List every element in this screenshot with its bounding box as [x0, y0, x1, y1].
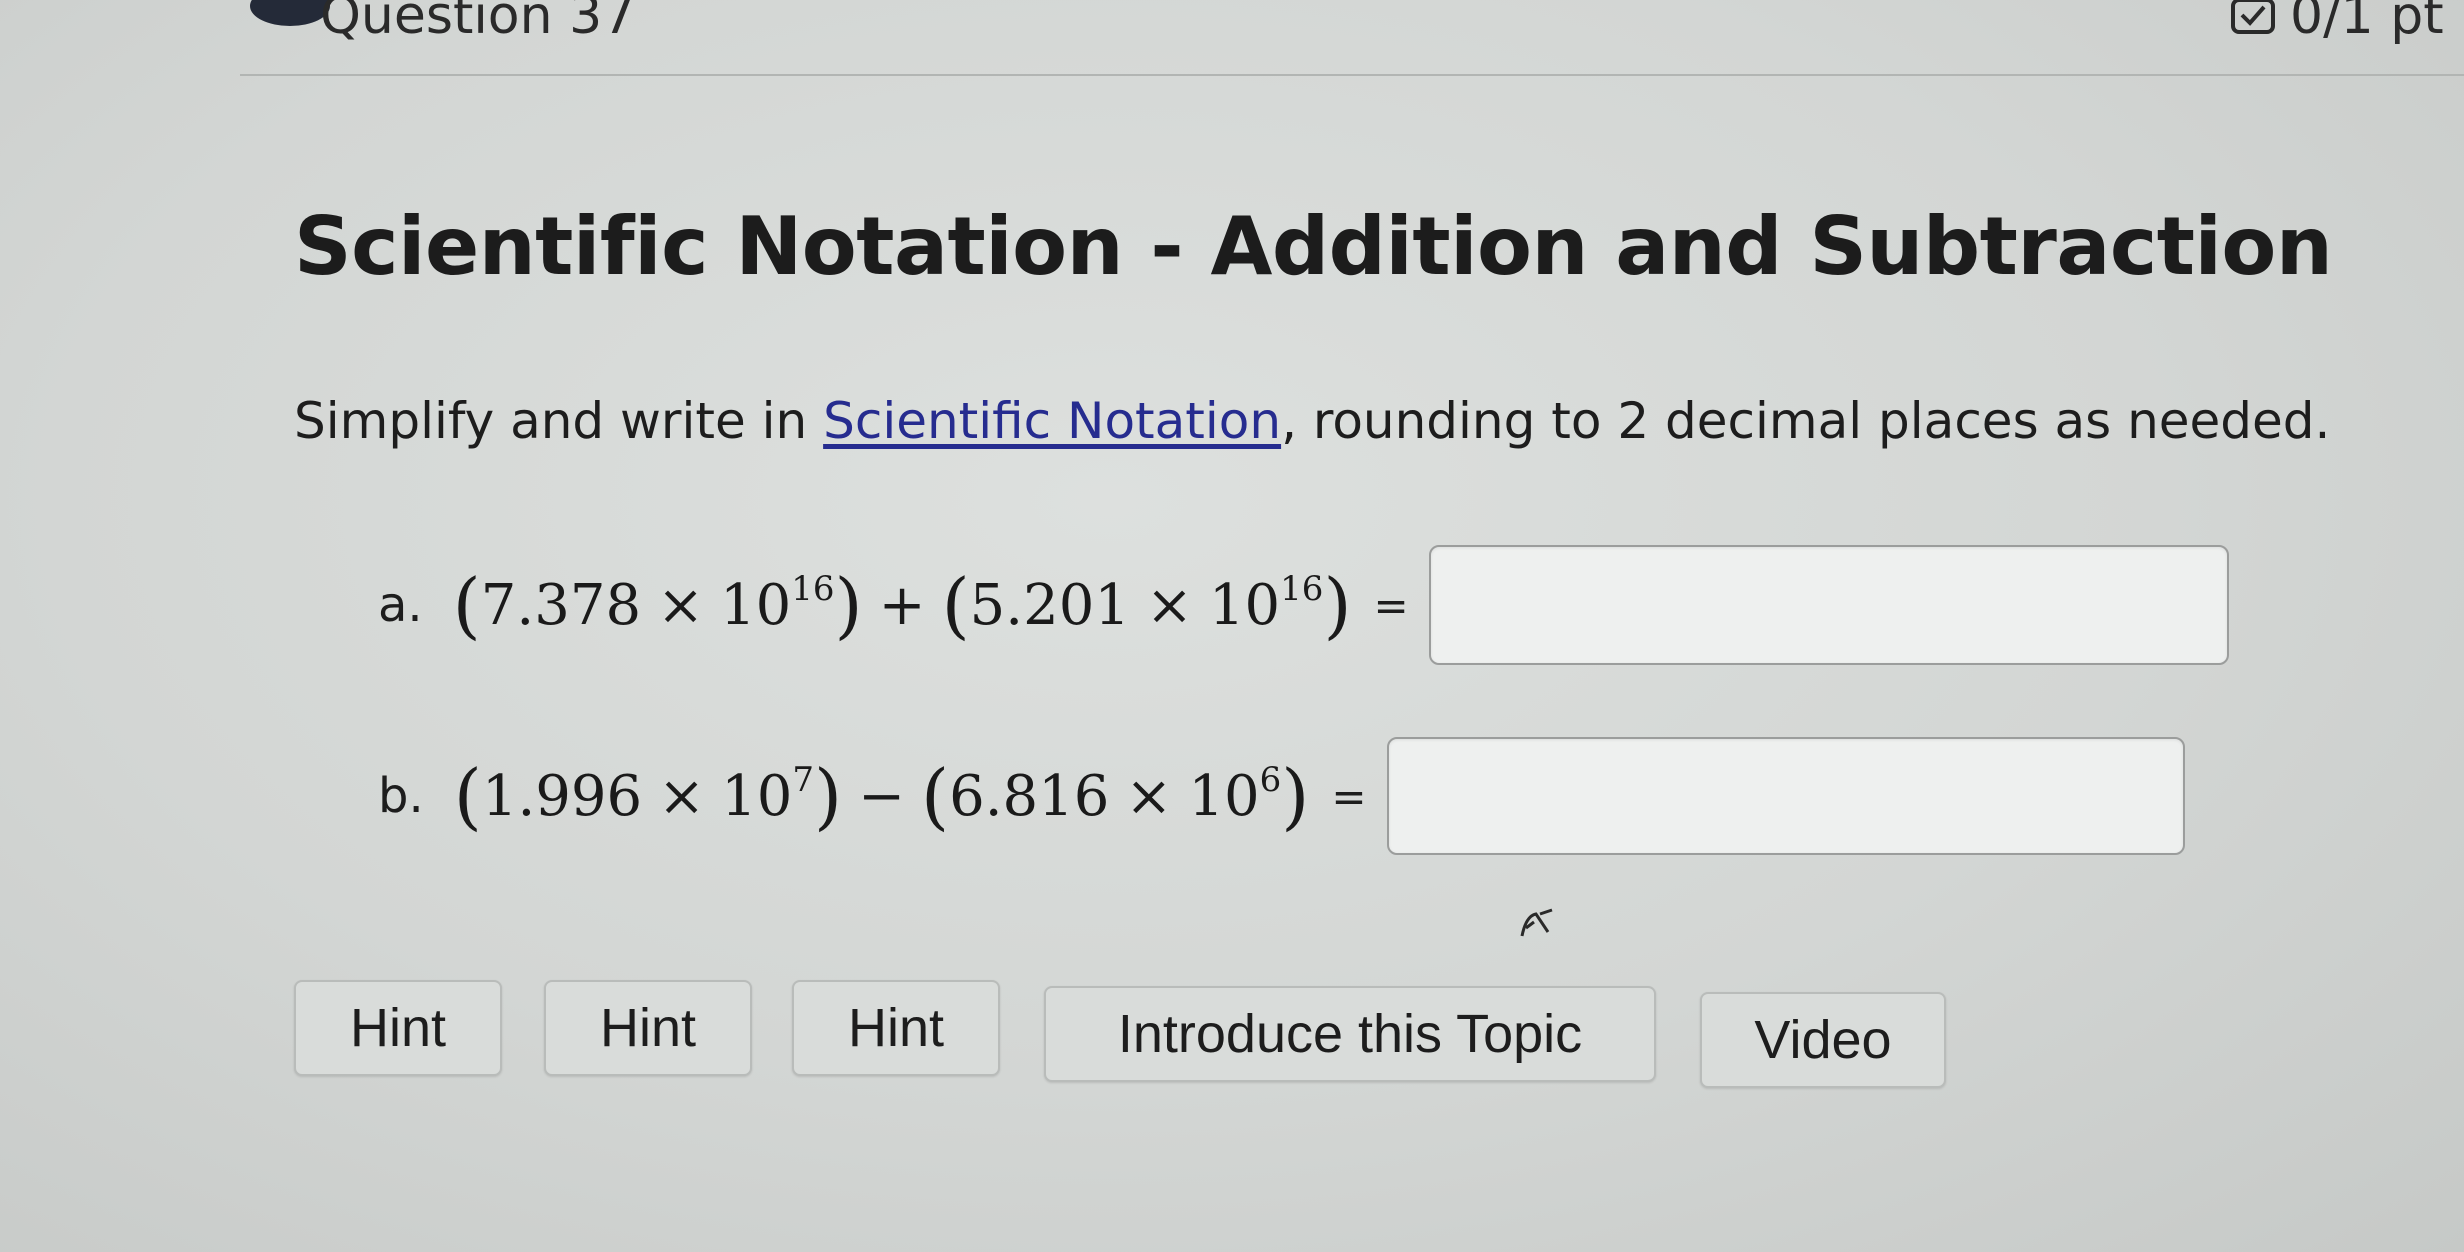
- equals-sign: =: [1331, 771, 1367, 821]
- exponent: 7: [792, 760, 814, 800]
- problem-b: b. (1.996 × 107) − (6.816 × 106) =: [378, 737, 2185, 855]
- status-dot-icon: [250, 0, 330, 26]
- times-sign: ×: [658, 764, 706, 829]
- video-button[interactable]: Video: [1700, 992, 1946, 1088]
- exponent: 16: [791, 569, 835, 609]
- instructions-text: Simplify and write in: [294, 392, 824, 450]
- page-title: Scientific Notation - Addition and Subtr…: [294, 200, 2333, 293]
- operator: +: [878, 573, 926, 638]
- problem-a: a. (7.378 × 1016) + (5.201 × 1016) =: [378, 545, 2229, 665]
- introduce-topic-button[interactable]: Introduce this Topic: [1044, 986, 1656, 1082]
- question-header: Question 37 0/1 pt: [0, 0, 2464, 76]
- problem-label: a.: [378, 577, 423, 633]
- answer-a-input[interactable]: [1428, 545, 2229, 665]
- scientific-notation-link[interactable]: Scientific Notation: [823, 392, 1281, 450]
- operand-coefficient: 1.996: [481, 764, 643, 829]
- times-sign: ×: [657, 573, 705, 638]
- hint-button-1[interactable]: Hint: [294, 980, 502, 1076]
- points-indicator: 0/1 pt: [2230, 0, 2444, 46]
- question-label: Question 37: [320, 0, 636, 46]
- instructions: Simplify and write in Scientific Notatio…: [294, 392, 2330, 450]
- hint-button-3[interactable]: Hint: [792, 980, 1000, 1076]
- header-divider: [240, 74, 2464, 76]
- checkbox-icon: [2231, 0, 2275, 34]
- power-base: 10: [720, 573, 792, 638]
- operand-coefficient: 5.201: [969, 573, 1130, 638]
- operand-coefficient: 7.378: [480, 573, 642, 638]
- operand-coefficient: 6.816: [949, 764, 1110, 829]
- times-sign: ×: [1125, 764, 1173, 829]
- times-sign: ×: [1145, 573, 1193, 638]
- power-base: 10: [1208, 573, 1281, 638]
- problem-label: b.: [378, 768, 424, 824]
- instructions-text-end: , rounding to 2 decimal places as needed…: [1281, 392, 2331, 450]
- power-base: 10: [1188, 764, 1260, 829]
- hint-button-2[interactable]: Hint: [544, 980, 752, 1076]
- points-value: 0/1 pt: [2290, 0, 2444, 46]
- operator: −: [858, 764, 905, 829]
- math-expression: (7.378 × 1016) + (5.201 × 1016): [452, 563, 1352, 647]
- exponent: 16: [1280, 569, 1324, 609]
- exponent: 6: [1259, 760, 1282, 800]
- math-expression: (1.996 × 107) − (6.816 × 106): [453, 754, 1310, 838]
- power-base: 10: [721, 764, 793, 829]
- pointer-cursor-icon: [1520, 908, 1553, 937]
- answer-b-input[interactable]: [1386, 737, 2185, 855]
- equals-sign: =: [1373, 580, 1409, 630]
